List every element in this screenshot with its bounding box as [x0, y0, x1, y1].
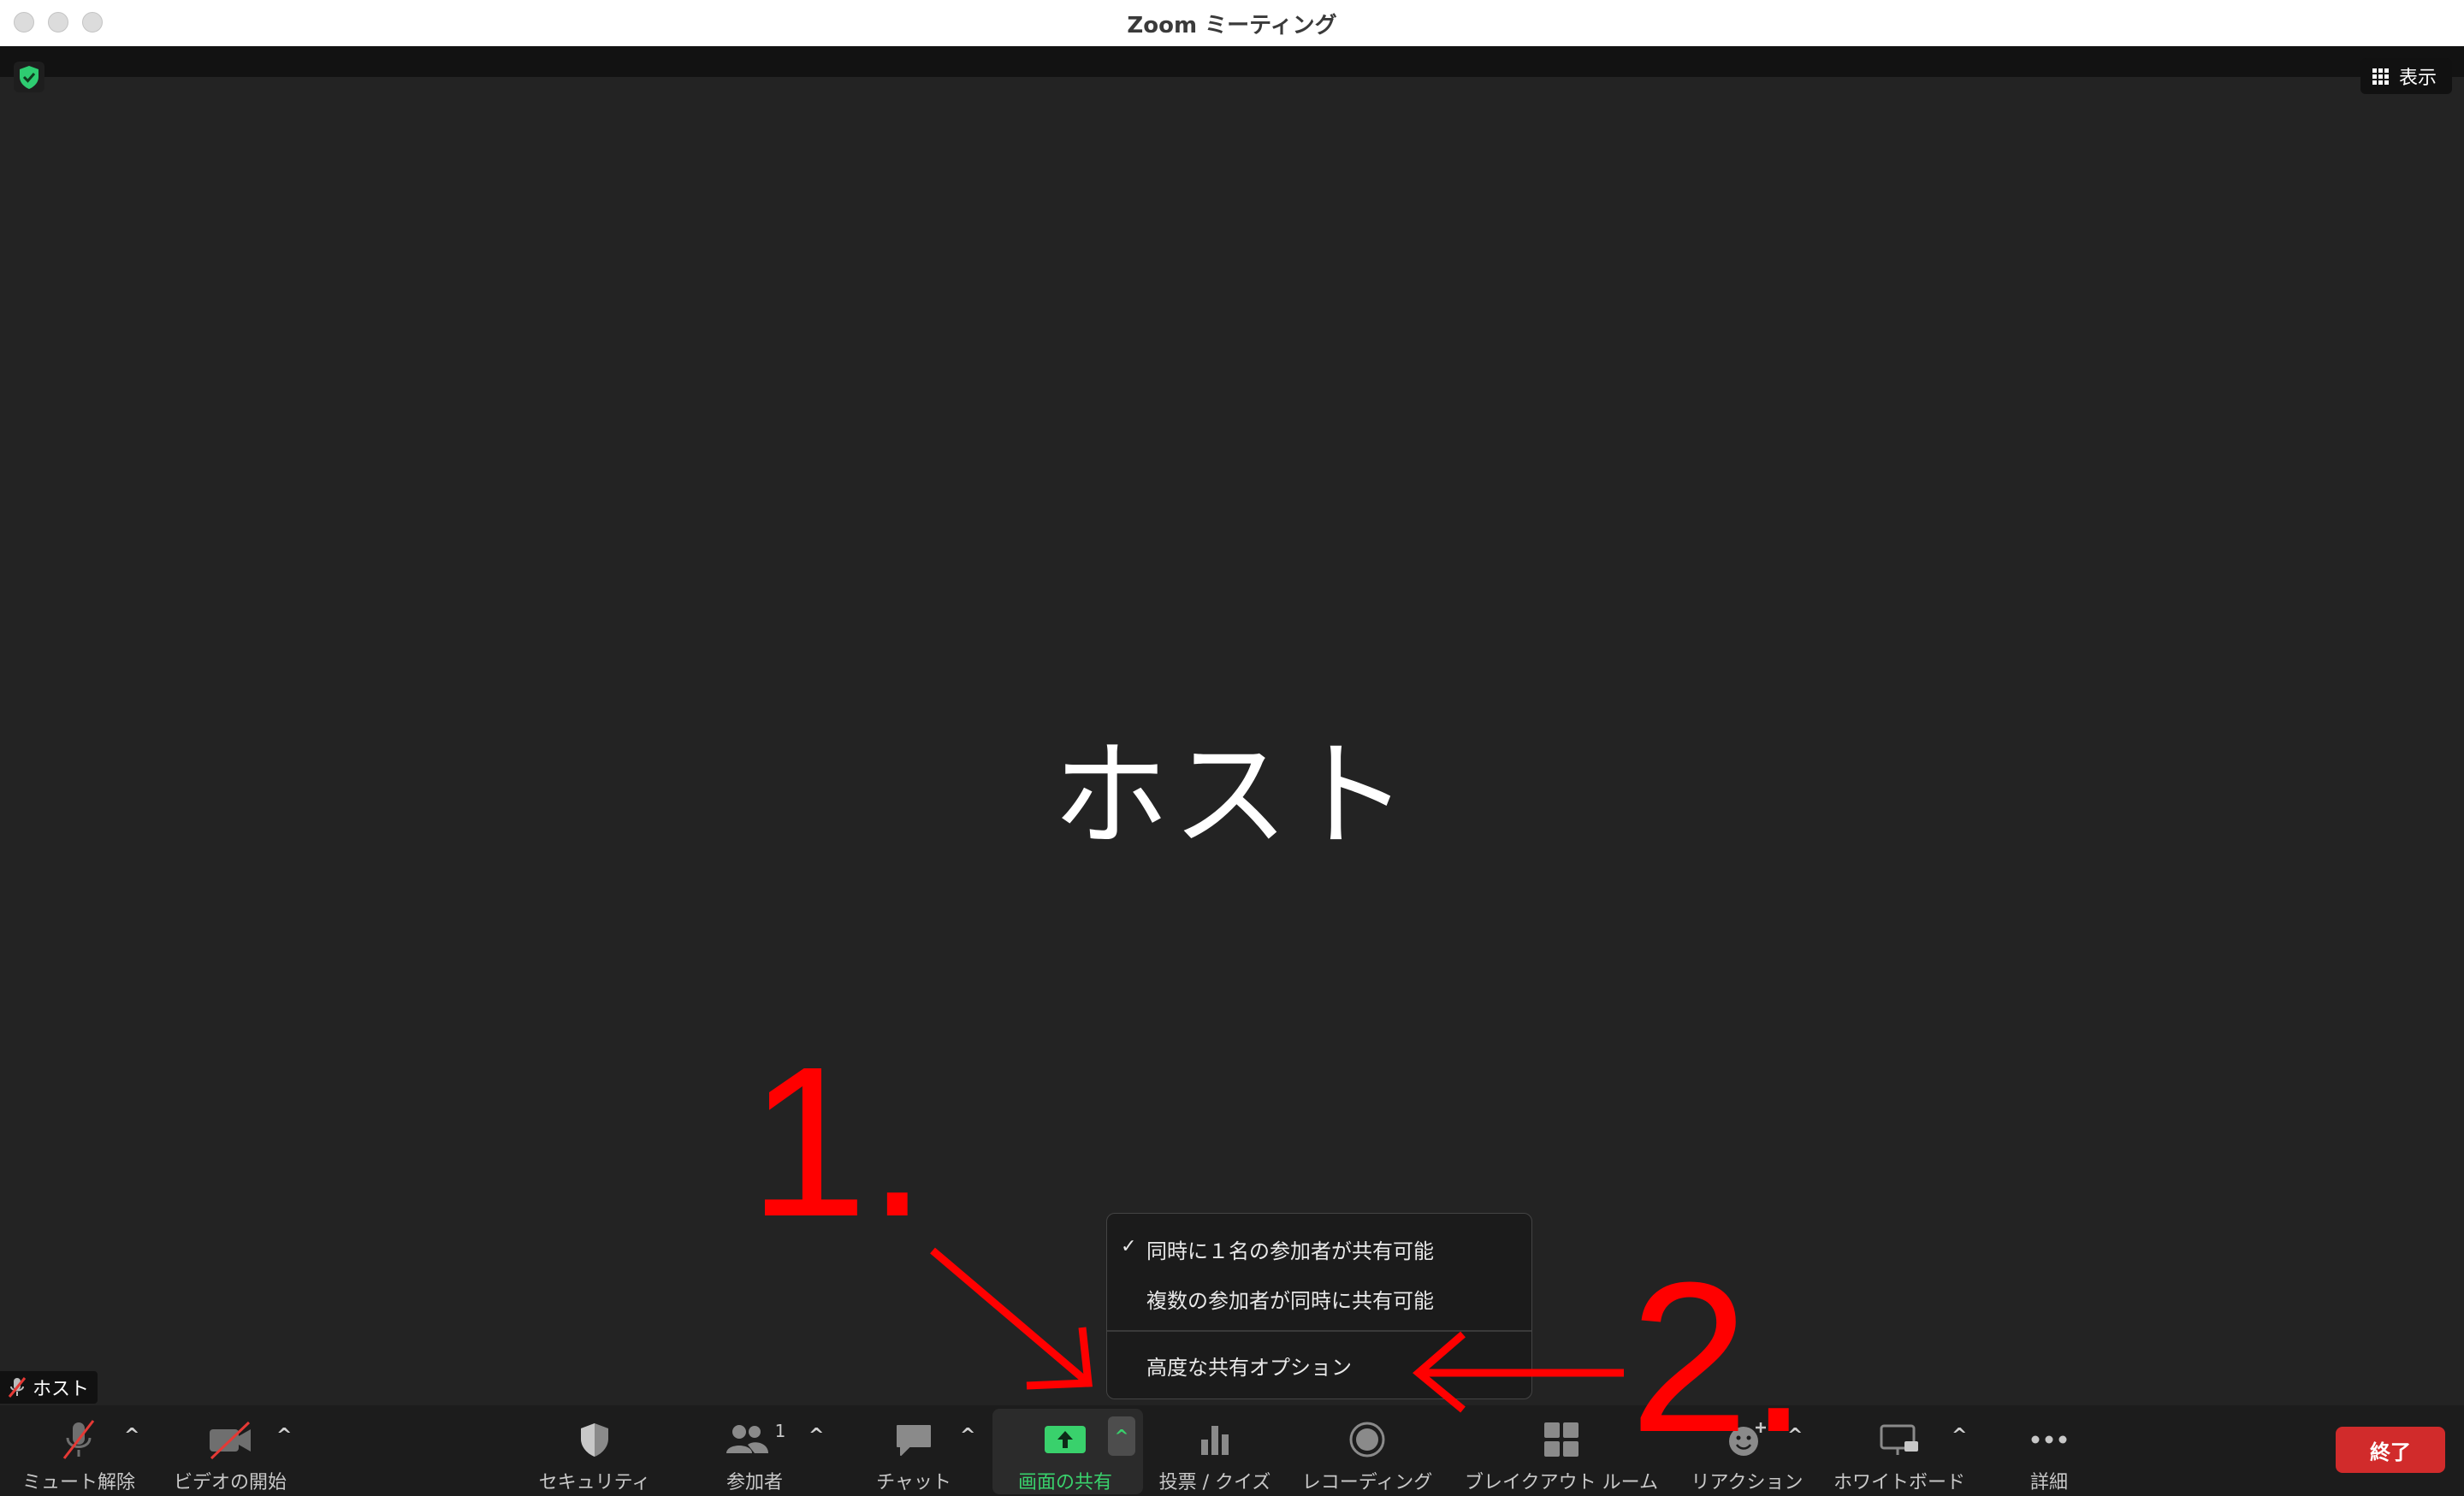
arrow-1-icon	[930, 1247, 1093, 1390]
arrow-2-icon	[1413, 1331, 1624, 1413]
annotation-arrows	[930, 1247, 1624, 1413]
